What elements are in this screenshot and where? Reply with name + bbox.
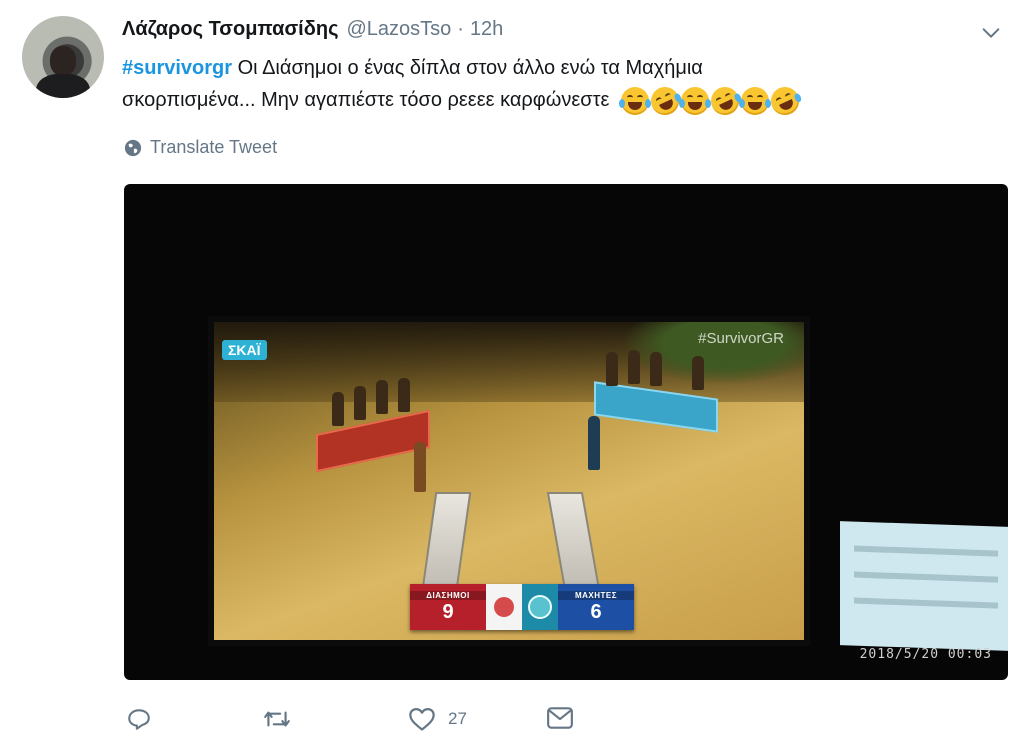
tweet-time[interactable]: 12h [470,18,503,41]
like-button[interactable]: 27 [408,706,467,732]
joy-emoji-icon [739,86,772,115]
team-right-panel: ΜΑΧΗΤΕΣ 6 [558,584,634,630]
team-left-panel: ΔΙΑΣΗΜΟΙ 9 [410,584,486,630]
joy-emoji-icon [679,86,712,115]
author-name[interactable]: Λάζαρος Τσομπασίδης [122,18,338,41]
tweet-media-photo[interactable]: ΣΚΑΪ #SurvivorGR ΔΙΑΣΗΜΟΙ 9 ΜΑΧΗΤΕΣ 6 20… [124,184,1008,680]
team-left-name: ΔΙΑΣΗΜΟΙ [410,590,486,600]
separator-dot: · [457,18,464,40]
reply-button[interactable] [126,706,164,732]
team-left-emblem [486,584,522,630]
team-right-emblem [522,584,558,630]
ramp-right [546,492,602,596]
retweet-icon [264,711,290,727]
player-figure [332,392,344,426]
direct-message-button[interactable] [546,706,574,730]
globe-icon [124,139,142,156]
emoji-row [619,82,804,120]
team-right-score: 6 [590,600,602,623]
retweet-button[interactable] [262,706,304,732]
player-figure [398,378,410,412]
player-figure [588,416,600,470]
ramp-left [420,492,472,596]
rofl-emoji-icon [646,82,684,120]
like-count: 27 [448,709,467,728]
tweet-text: #survivorgr Οι Διάσημοι ο ένας δίπλα στο… [122,52,982,120]
rofl-emoji-icon [706,82,744,120]
hashtag-link[interactable]: #survivorgr [122,57,232,79]
avatar[interactable] [22,16,104,98]
like-icon [409,707,435,731]
player-figure [650,352,662,386]
chevron-down-icon[interactable] [980,22,1002,44]
player-figure [414,442,426,492]
channel-logo: ΣΚΑΪ [222,340,267,360]
player-figure [376,380,388,414]
team-left-score: 9 [442,600,454,623]
player-figure [606,352,618,386]
avatar-body [36,74,90,98]
player-figure [628,350,640,384]
avatar-head [50,46,76,76]
tweet-actions: 27 [126,706,924,734]
translate-label: Translate Tweet [150,137,278,157]
tweet-header: Λάζαρος Τσομπασίδης @LazosTso · 12h [122,18,994,46]
tv-screen: ΣΚΑΪ #SurvivorGR ΔΙΑΣΗΜΟΙ 9 ΜΑΧΗΤΕΣ 6 [214,322,804,640]
laptop-screen [840,521,1008,651]
tweet-text-line1: Οι Διάσημοι ο ένας δίπλα στον άλλο ενώ τ… [232,57,703,79]
author-handle[interactable]: @LazosTso [346,18,451,41]
show-watermark: #SurvivorGR [698,330,784,347]
rofl-emoji-icon [766,82,804,120]
player-figure [354,386,366,420]
player-figure [692,356,704,390]
scoreboard: ΔΙΑΣΗΜΟΙ 9 ΜΑΧΗΤΕΣ 6 [410,584,634,630]
message-icon [547,707,573,729]
reply-icon [128,709,150,730]
photo-timestamp: 2018/5/20 00:03 [859,647,992,662]
tweet-text-line2: σκορπισμένα... Μην αγαπιέστε τόσο ρεεεε … [122,89,610,111]
joy-emoji-icon [619,86,652,115]
team-right-name: ΜΑΧΗΤΕΣ [558,590,634,600]
translate-tweet-link[interactable]: Translate Tweet [124,137,277,158]
